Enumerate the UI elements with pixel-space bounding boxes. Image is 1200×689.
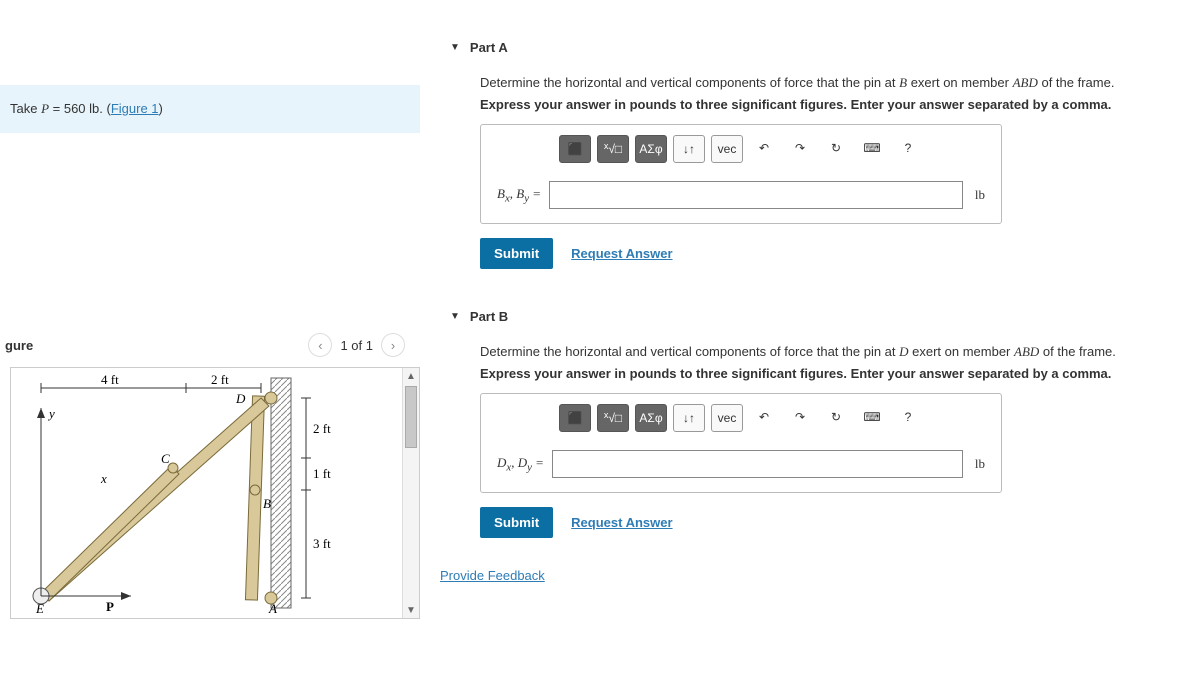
figure-link[interactable]: Figure 1: [111, 101, 159, 116]
greek-button[interactable]: ΑΣφ: [635, 404, 667, 432]
vec-button[interactable]: vec: [711, 135, 743, 163]
keyboard-button[interactable]: ⌨: [857, 404, 887, 430]
figure-next-button[interactable]: ›: [381, 333, 405, 357]
arrows-button[interactable]: ↓↑: [673, 135, 705, 163]
svg-text:D: D: [235, 391, 246, 406]
svg-text:E: E: [35, 601, 44, 613]
part-a-answer-input[interactable]: [549, 181, 963, 209]
sqrt-button[interactable]: x√□: [597, 404, 629, 432]
svg-text:3 ft: 3 ft: [313, 536, 331, 551]
part-a-unit: lb: [975, 187, 985, 203]
part-a-answer-box: ⬛ x√□ ΑΣφ ↓↑ vec ↶ ↷ ↻ ⌨ ? Bx, By =: [480, 124, 1002, 224]
svg-text:A: A: [268, 601, 277, 613]
figure-canvas: y x P E C B D A 4 ft 2 ft: [10, 367, 420, 619]
svg-text:1 ft: 1 ft: [313, 466, 331, 481]
help-button[interactable]: ?: [893, 135, 923, 161]
part-b-header[interactable]: ▼ Part B: [440, 309, 1180, 324]
part-a-prompt: Determine the horizontal and vertical co…: [480, 75, 1180, 91]
problem-prompt: Take P = 560 lb. (Figure 1): [0, 85, 420, 133]
scroll-up-icon[interactable]: ▲: [403, 368, 419, 384]
provide-feedback-link[interactable]: Provide Feedback: [440, 568, 545, 583]
keyboard-button[interactable]: ⌨: [857, 135, 887, 161]
part-a-var-label: Bx, By =: [497, 186, 541, 205]
part-b-submit-button[interactable]: Submit: [480, 507, 553, 538]
svg-text:C: C: [161, 451, 170, 466]
svg-text:y: y: [47, 406, 55, 421]
svg-text:x: x: [100, 471, 107, 486]
vec-button[interactable]: vec: [711, 404, 743, 432]
undo-button[interactable]: ↶: [749, 135, 779, 161]
scroll-down-icon[interactable]: ▼: [403, 602, 419, 618]
scroll-thumb[interactable]: [405, 386, 417, 448]
part-a-request-answer-link[interactable]: Request Answer: [571, 246, 672, 261]
redo-button[interactable]: ↷: [785, 404, 815, 430]
part-a-instruction: Express your answer in pounds to three s…: [480, 97, 1180, 112]
reset-button[interactable]: ↻: [821, 135, 851, 161]
sqrt-button[interactable]: x√□: [597, 135, 629, 163]
part-b-var-label: Dx, Dy =: [497, 455, 544, 474]
undo-button[interactable]: ↶: [749, 404, 779, 430]
part-b-answer-input[interactable]: [552, 450, 963, 478]
part-b-unit: lb: [975, 456, 985, 472]
figure-prev-button[interactable]: ‹: [308, 333, 332, 357]
arrows-button[interactable]: ↓↑: [673, 404, 705, 432]
svg-text:P: P: [106, 599, 114, 613]
figure-title: gure: [0, 338, 33, 353]
figure-counter: 1 of 1: [340, 338, 373, 353]
reset-button[interactable]: ↻: [821, 404, 851, 430]
svg-text:2 ft: 2 ft: [211, 372, 229, 387]
templates-button[interactable]: ⬛: [559, 404, 591, 432]
chevron-down-icon: ▼: [450, 311, 460, 322]
greek-button[interactable]: ΑΣφ: [635, 135, 667, 163]
part-a-header[interactable]: ▼ Part A: [440, 40, 1180, 55]
help-button[interactable]: ?: [893, 404, 923, 430]
chevron-down-icon: ▼: [450, 42, 460, 53]
part-b-prompt: Determine the horizontal and vertical co…: [480, 344, 1180, 360]
part-b-request-answer-link[interactable]: Request Answer: [571, 515, 672, 530]
svg-text:2 ft: 2 ft: [313, 421, 331, 436]
svg-text:B: B: [263, 496, 271, 511]
templates-button[interactable]: ⬛: [559, 135, 591, 163]
redo-button[interactable]: ↷: [785, 135, 815, 161]
part-a-submit-button[interactable]: Submit: [480, 238, 553, 269]
svg-text:4 ft: 4 ft: [101, 372, 119, 387]
figure-scrollbar[interactable]: ▲ ▼: [402, 368, 419, 618]
part-b-answer-box: ⬛ x√□ ΑΣφ ↓↑ vec ↶ ↷ ↻ ⌨ ? Dx, Dy =: [480, 393, 1002, 493]
part-b-instruction: Express your answer in pounds to three s…: [480, 366, 1180, 381]
